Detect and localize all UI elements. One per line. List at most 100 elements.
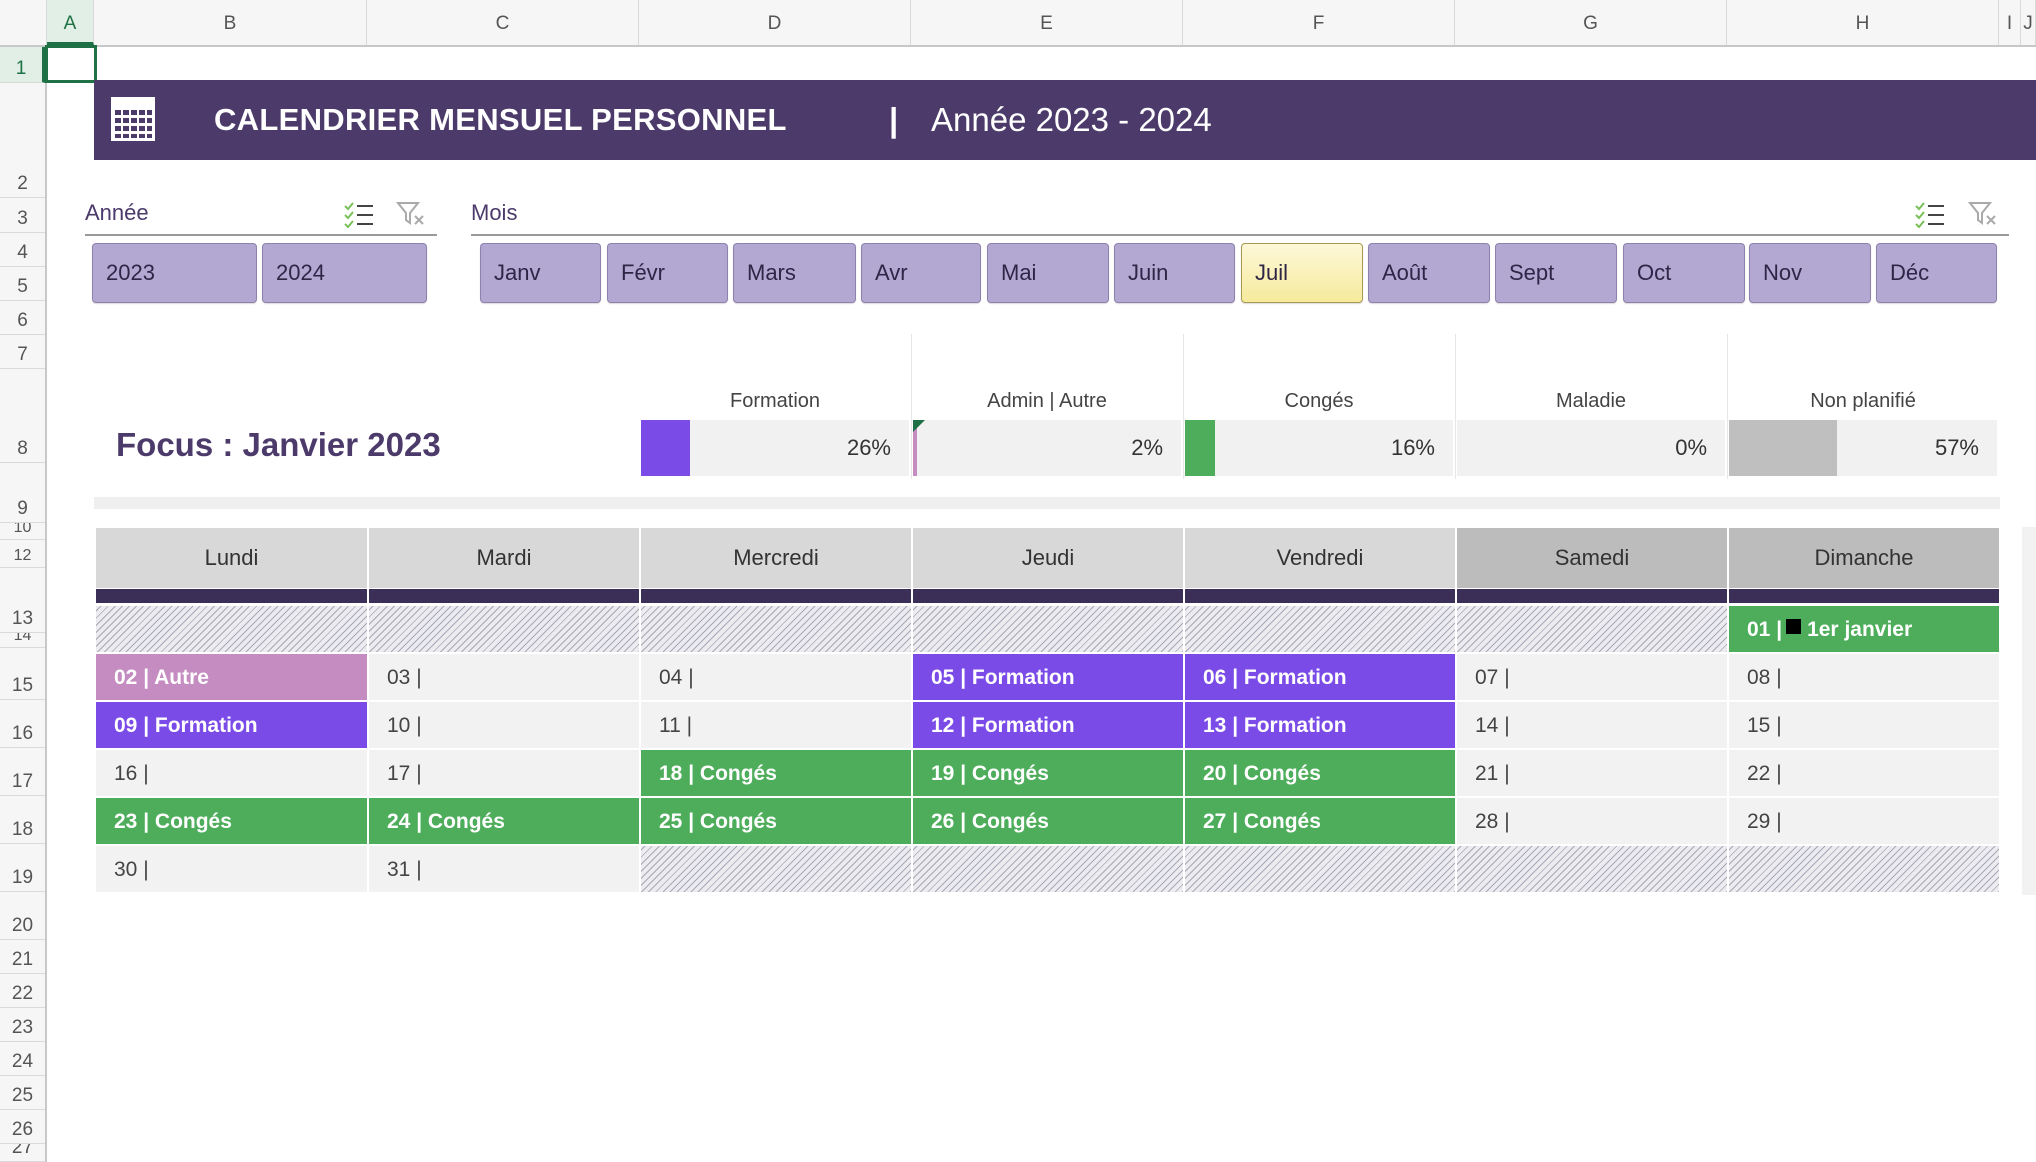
column-header-f[interactable]: F: [1183, 0, 1455, 45]
calendar-day-cell[interactable]: 10 |: [369, 702, 639, 748]
calendar-day-cell[interactable]: 30 |: [96, 846, 367, 892]
month-button-dec[interactable]: Déc: [1876, 243, 1997, 303]
row-header[interactable]: 14: [0, 633, 45, 648]
calendar-day-cell[interactable]: 02 | Autre: [96, 654, 367, 700]
month-button-mars[interactable]: Mars: [733, 243, 856, 303]
month-button-fevr[interactable]: Févr: [607, 243, 728, 303]
row-header[interactable]: 23: [0, 1008, 45, 1042]
calendar-day-cell[interactable]: 17 |: [369, 750, 639, 796]
column-header-d[interactable]: D: [639, 0, 911, 45]
row-header[interactable]: 4: [0, 233, 45, 267]
calendar-day-cell[interactable]: 22 |: [1729, 750, 1999, 796]
row-header[interactable]: 22: [0, 974, 45, 1008]
column-header-a[interactable]: A: [47, 0, 94, 45]
calendar-day-cell[interactable]: 27 | Congés: [1185, 798, 1455, 844]
row-header[interactable]: 6: [0, 301, 45, 335]
month-button-avr[interactable]: Avr: [861, 243, 981, 303]
calendar-day-cell[interactable]: 09 | Formation: [96, 702, 367, 748]
row-header[interactable]: 24: [0, 1042, 45, 1076]
column-header-b[interactable]: B: [94, 0, 367, 45]
multi-select-icon[interactable]: [343, 200, 375, 229]
multi-select-icon[interactable]: [1914, 200, 1946, 229]
row-header[interactable]: 10: [0, 523, 45, 540]
calendar-day-cell[interactable]: 24 | Congés: [369, 798, 639, 844]
calendar-empty-cell[interactable]: [913, 846, 1183, 892]
month-button-aout[interactable]: Août: [1368, 243, 1490, 303]
calendar-empty-cell[interactable]: [1185, 606, 1455, 652]
calendar-day-cell[interactable]: 26 | Congés: [913, 798, 1183, 844]
month-button-juil[interactable]: Juil: [1241, 243, 1363, 303]
row-header[interactable]: 3: [0, 198, 45, 233]
select-all-corner[interactable]: [0, 0, 47, 45]
row-header[interactable]: 21: [0, 940, 45, 974]
calendar-empty-cell[interactable]: [369, 606, 639, 652]
month-button-oct[interactable]: Oct: [1623, 243, 1745, 303]
calendar-day-cell[interactable]: 07 |: [1457, 654, 1727, 700]
calendar-day-cell[interactable]: 23 | Congés: [96, 798, 367, 844]
calendar-day-cell[interactable]: 18 | Congés: [641, 750, 911, 796]
calendar-day-cell[interactable]: 03 |: [369, 654, 639, 700]
row-header[interactable]: 15: [0, 648, 45, 700]
calendar-day-cell[interactable]: 19 | Congés: [913, 750, 1183, 796]
calendar-day-cell[interactable]: 06 | Formation: [1185, 654, 1455, 700]
calendar-empty-cell[interactable]: [641, 846, 911, 892]
active-cell-a1[interactable]: [45, 45, 97, 83]
calendar-day-cell[interactable]: 12 | Formation: [913, 702, 1183, 748]
calendar-day-cell[interactable]: 14 |: [1457, 702, 1727, 748]
calendar-empty-cell[interactable]: [96, 606, 367, 652]
row-header[interactable]: 18: [0, 796, 45, 844]
calendar-day-cell[interactable]: 16 |: [96, 750, 367, 796]
banner-year-range: Année 2023 - 2024: [931, 101, 1212, 138]
calendar-day-cell[interactable]: 29 |: [1729, 798, 1999, 844]
calendar-day-cell[interactable]: 28 |: [1457, 798, 1727, 844]
calendar-day-cell[interactable]: 15 |: [1729, 702, 1999, 748]
row-header[interactable]: 9: [0, 463, 45, 523]
row-header[interactable]: 2: [0, 83, 45, 198]
clear-filter-icon[interactable]: [1967, 200, 1998, 228]
column-header-e[interactable]: E: [911, 0, 1183, 45]
row-header[interactable]: 12: [0, 540, 45, 568]
row-header[interactable]: 1: [0, 47, 45, 83]
calendar-day-cell[interactable]: 08 |: [1729, 654, 1999, 700]
calendar-empty-cell[interactable]: [1185, 846, 1455, 892]
year-button-2023[interactable]: 2023: [92, 243, 257, 303]
month-button-mai[interactable]: Mai: [987, 243, 1109, 303]
row-header[interactable]: 27: [0, 1144, 45, 1162]
calendar-day-cell[interactable]: 01 | 1er janvier: [1729, 606, 1999, 652]
row-header[interactable]: 16: [0, 700, 45, 748]
calendar-empty-cell[interactable]: [1457, 846, 1727, 892]
calendar-day-cell[interactable]: 04 |: [641, 654, 911, 700]
row-header[interactable]: 17: [0, 748, 45, 796]
vertical-scrollbar[interactable]: [2022, 527, 2036, 895]
row-header[interactable]: 19: [0, 844, 45, 892]
row-header[interactable]: 26: [0, 1110, 45, 1144]
column-header-i[interactable]: I: [1999, 0, 2021, 45]
month-button-sept[interactable]: Sept: [1495, 243, 1617, 303]
column-header-c[interactable]: C: [367, 0, 639, 45]
calendar-empty-cell[interactable]: [641, 606, 911, 652]
month-button-janv[interactable]: Janv: [480, 243, 601, 303]
column-header-h[interactable]: H: [1727, 0, 1999, 45]
row-header[interactable]: 5: [0, 267, 45, 301]
calendar-empty-cell[interactable]: [1729, 846, 1999, 892]
calendar-day-cell[interactable]: 11 |: [641, 702, 911, 748]
month-button-nov[interactable]: Nov: [1749, 243, 1871, 303]
row-header[interactable]: 20: [0, 892, 45, 940]
column-header-j[interactable]: J: [2021, 0, 2036, 45]
row-header[interactable]: 25: [0, 1076, 45, 1110]
month-button-juin[interactable]: Juin: [1114, 243, 1235, 303]
calendar-day-cell[interactable]: 25 | Congés: [641, 798, 911, 844]
calendar-day-cell[interactable]: 05 | Formation: [913, 654, 1183, 700]
calendar-day-cell[interactable]: 21 |: [1457, 750, 1727, 796]
calendar-day-cell[interactable]: 20 | Congés: [1185, 750, 1455, 796]
column-header-g[interactable]: G: [1455, 0, 1727, 45]
calendar-empty-cell[interactable]: [913, 606, 1183, 652]
year-button-2024[interactable]: 2024: [262, 243, 427, 303]
clear-filter-icon[interactable]: [395, 200, 426, 228]
row-header[interactable]: 13: [0, 568, 45, 633]
calendar-day-cell[interactable]: 13 | Formation: [1185, 702, 1455, 748]
row-header[interactable]: 7: [0, 335, 45, 369]
calendar-day-cell[interactable]: 31 |: [369, 846, 639, 892]
row-header[interactable]: 8: [0, 369, 45, 463]
calendar-empty-cell[interactable]: [1457, 606, 1727, 652]
